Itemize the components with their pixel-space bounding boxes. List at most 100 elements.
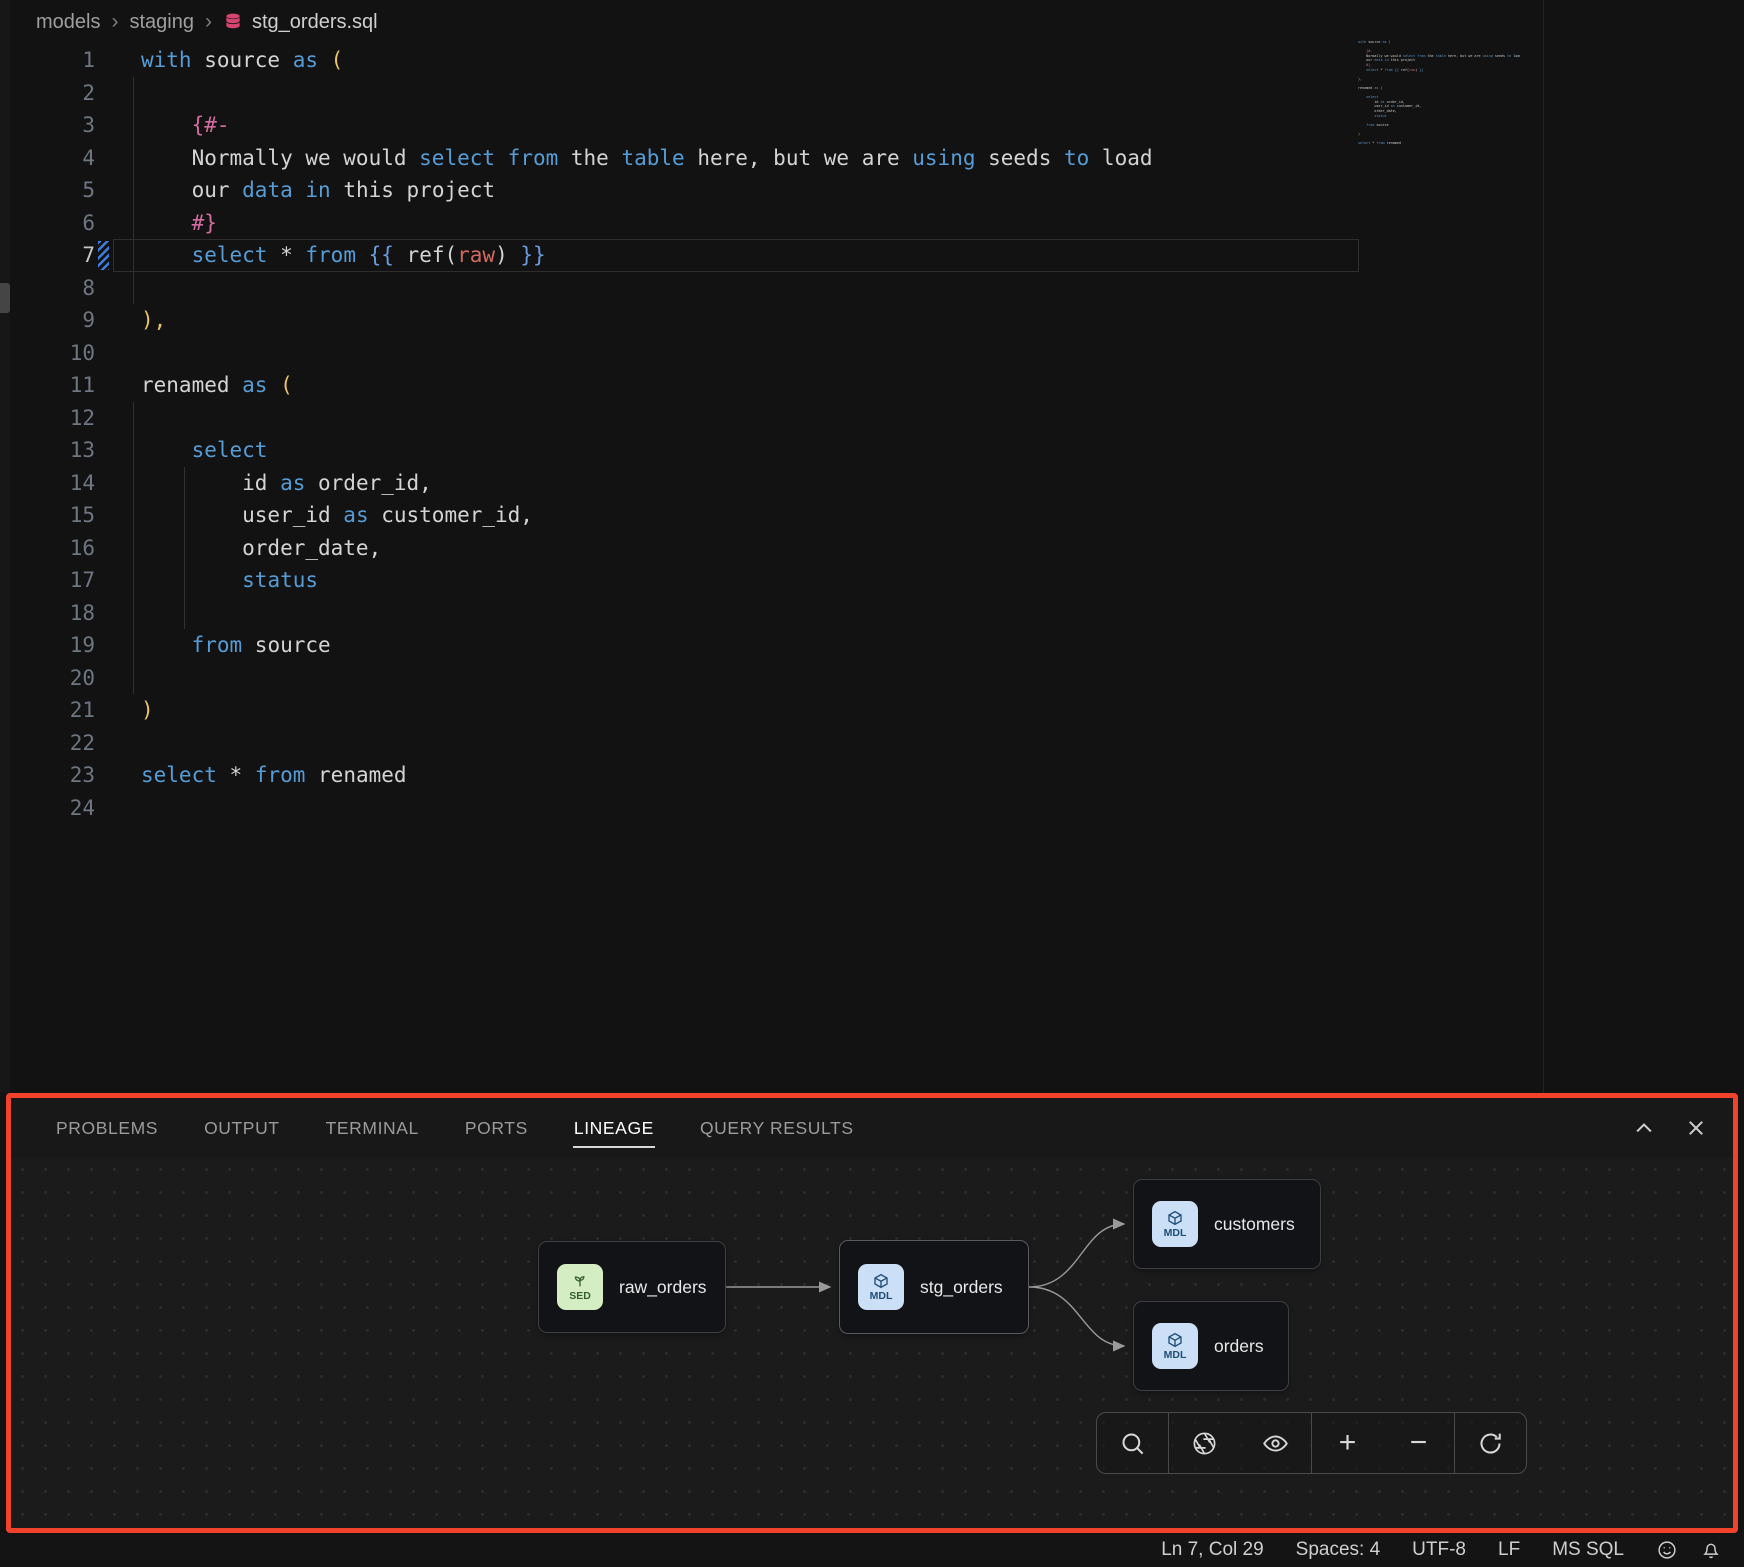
code-line[interactable]: 6 #} bbox=[10, 207, 1359, 240]
code-line[interactable]: 3 {#- bbox=[10, 109, 1359, 142]
zoom-in-icon[interactable]: + bbox=[1312, 1413, 1383, 1473]
code-line[interactable]: 18 bbox=[10, 597, 1359, 630]
breadcrumb-item-file[interactable]: stg_orders.sql bbox=[223, 11, 378, 34]
lineage-edge bbox=[1029, 1287, 1124, 1346]
modified-line-marker-icon bbox=[98, 241, 109, 270]
bell-icon[interactable] bbox=[1700, 1539, 1722, 1561]
tab-output[interactable]: OUTPUT bbox=[203, 1108, 281, 1148]
line-number: 2 bbox=[10, 77, 110, 110]
code-line[interactable]: 7 select * from {{ ref(raw) }} bbox=[10, 239, 1359, 272]
panel-header: PROBLEMS OUTPUT TERMINAL PORTS LINEAGE Q… bbox=[11, 1098, 1733, 1158]
status-eol[interactable]: LF bbox=[1498, 1539, 1520, 1561]
code-line[interactable]: 23 select * from renamed bbox=[10, 759, 1359, 792]
code-line-content: order_date, bbox=[141, 532, 381, 565]
code-line[interactable]: 1with source as ( bbox=[10, 44, 1359, 77]
code-line[interactable]: 11renamed as ( bbox=[10, 369, 1359, 402]
status-icons bbox=[1656, 1539, 1722, 1561]
line-number: 21 bbox=[10, 694, 110, 727]
database-icon bbox=[223, 12, 243, 32]
line-number: 10 bbox=[10, 337, 110, 370]
code-line[interactable]: 12 bbox=[10, 402, 1359, 435]
tab-terminal[interactable]: TERMINAL bbox=[325, 1108, 420, 1148]
line-number: 16 bbox=[10, 532, 110, 565]
panel-tabs: PROBLEMS OUTPUT TERMINAL PORTS LINEAGE Q… bbox=[55, 1108, 1633, 1148]
status-cursor-position[interactable]: Ln 7, Col 29 bbox=[1161, 1539, 1263, 1561]
feedback-smiley-icon[interactable] bbox=[1656, 1539, 1678, 1561]
code-line[interactable]: 19 from source bbox=[10, 629, 1359, 662]
refresh-icon[interactable] bbox=[1455, 1413, 1526, 1473]
lineage-node-customers[interactable]: MDLcustomers bbox=[1133, 1179, 1321, 1269]
code-editor[interactable]: 1with source as (23 {#-4 Normally we wou… bbox=[10, 44, 1744, 1093]
code-line[interactable]: 4 Normally we would select from the tabl… bbox=[10, 142, 1359, 175]
line-number: 17 bbox=[10, 564, 110, 597]
line-number: 15 bbox=[10, 499, 110, 532]
code-line[interactable]: 24 bbox=[10, 792, 1359, 825]
node-label: orders bbox=[1214, 1336, 1264, 1357]
code-line[interactable]: 15 user_id as customer_id, bbox=[10, 499, 1359, 532]
line-number: 3 bbox=[10, 109, 110, 142]
left-edge-strip bbox=[0, 0, 10, 1093]
lineage-node-stg_orders[interactable]: MDLstg_orders bbox=[839, 1240, 1029, 1334]
code-line[interactable]: 8 bbox=[10, 272, 1359, 305]
aperture-icon[interactable] bbox=[1169, 1413, 1240, 1473]
minimap-line bbox=[1358, 146, 1520, 151]
status-indentation[interactable]: Spaces: 4 bbox=[1296, 1539, 1381, 1561]
code-line[interactable]: 22 bbox=[10, 727, 1359, 760]
line-number: 5 bbox=[10, 174, 110, 207]
zoom-out-icon[interactable]: − bbox=[1383, 1413, 1454, 1473]
code-line[interactable]: 5 our data in this project bbox=[10, 174, 1359, 207]
code-line[interactable]: 20 bbox=[10, 662, 1359, 695]
code-line[interactable]: 13 select bbox=[10, 434, 1359, 467]
code-line-content: with source as ( bbox=[141, 44, 343, 77]
close-icon[interactable] bbox=[1685, 1117, 1707, 1139]
code-line-content: #} bbox=[141, 207, 217, 240]
eye-icon[interactable] bbox=[1240, 1413, 1311, 1473]
annotation-highlight-box: PROBLEMS OUTPUT TERMINAL PORTS LINEAGE Q… bbox=[6, 1093, 1738, 1533]
line-number: 24 bbox=[10, 792, 110, 825]
model-badge-icon: MDL bbox=[1152, 1323, 1198, 1369]
line-number: 23 bbox=[10, 759, 110, 792]
status-encoding[interactable]: UTF-8 bbox=[1412, 1539, 1466, 1561]
status-bar: Ln 7, Col 29 Spaces: 4 UTF-8 LF MS SQL bbox=[0, 1533, 1744, 1567]
model-badge-icon: MDL bbox=[1152, 1201, 1198, 1247]
code-line-content: status bbox=[141, 564, 318, 597]
panel-actions bbox=[1633, 1117, 1707, 1139]
code-line-content: ), bbox=[141, 304, 166, 337]
breadcrumb: models › staging › stg_orders.sql bbox=[0, 0, 1744, 44]
code-line[interactable]: 9), bbox=[10, 304, 1359, 337]
lineage-node-raw_orders[interactable]: SED raw_orders bbox=[538, 1241, 726, 1333]
node-label: raw_orders bbox=[619, 1277, 707, 1298]
code-line-content: select bbox=[141, 434, 267, 467]
tab-problems[interactable]: PROBLEMS bbox=[55, 1108, 159, 1148]
tab-query-results[interactable]: QUERY RESULTS bbox=[699, 1108, 855, 1148]
code-line[interactable]: 17 status bbox=[10, 564, 1359, 597]
search-icon[interactable] bbox=[1097, 1413, 1168, 1473]
code-line[interactable]: 16 order_date, bbox=[10, 532, 1359, 565]
code-line-content: renamed as ( bbox=[141, 369, 293, 402]
minimap[interactable]: with source as ( {#- Normally we would s… bbox=[1358, 40, 1520, 150]
code-line[interactable]: 2 bbox=[10, 77, 1359, 110]
editor-area: models › staging › stg_orders.sql 1with … bbox=[0, 0, 1744, 1093]
line-number: 9 bbox=[10, 304, 110, 337]
lineage-node-orders[interactable]: MDL orders bbox=[1133, 1301, 1289, 1391]
lineage-edge bbox=[1029, 1224, 1124, 1287]
left-edge-handle[interactable] bbox=[0, 283, 10, 313]
breadcrumb-file-label: stg_orders.sql bbox=[252, 11, 378, 34]
code-line-content: select * from renamed bbox=[141, 759, 407, 792]
lineage-canvas[interactable]: + − SED raw_orders MDLstg_orders MDLcustome… bbox=[11, 1158, 1733, 1528]
code-line[interactable]: 21) bbox=[10, 694, 1359, 727]
seed-badge-icon: SED bbox=[557, 1264, 603, 1310]
tab-ports[interactable]: PORTS bbox=[464, 1108, 529, 1148]
breadcrumb-item-models[interactable]: models bbox=[36, 11, 100, 34]
breadcrumb-item-staging[interactable]: staging bbox=[129, 11, 194, 34]
code-line[interactable]: 10 bbox=[10, 337, 1359, 370]
line-number: 22 bbox=[10, 727, 110, 760]
tab-lineage[interactable]: LINEAGE bbox=[573, 1108, 655, 1148]
code-line[interactable]: 14 id as order_id, bbox=[10, 467, 1359, 500]
lineage-toolbar: + − bbox=[1096, 1412, 1527, 1474]
line-number: 13 bbox=[10, 434, 110, 467]
status-language-mode[interactable]: MS SQL bbox=[1552, 1539, 1624, 1561]
chevron-up-icon[interactable] bbox=[1633, 1117, 1655, 1139]
code-line-content: user_id as customer_id, bbox=[141, 499, 533, 532]
code-line-content: id as order_id, bbox=[141, 467, 432, 500]
